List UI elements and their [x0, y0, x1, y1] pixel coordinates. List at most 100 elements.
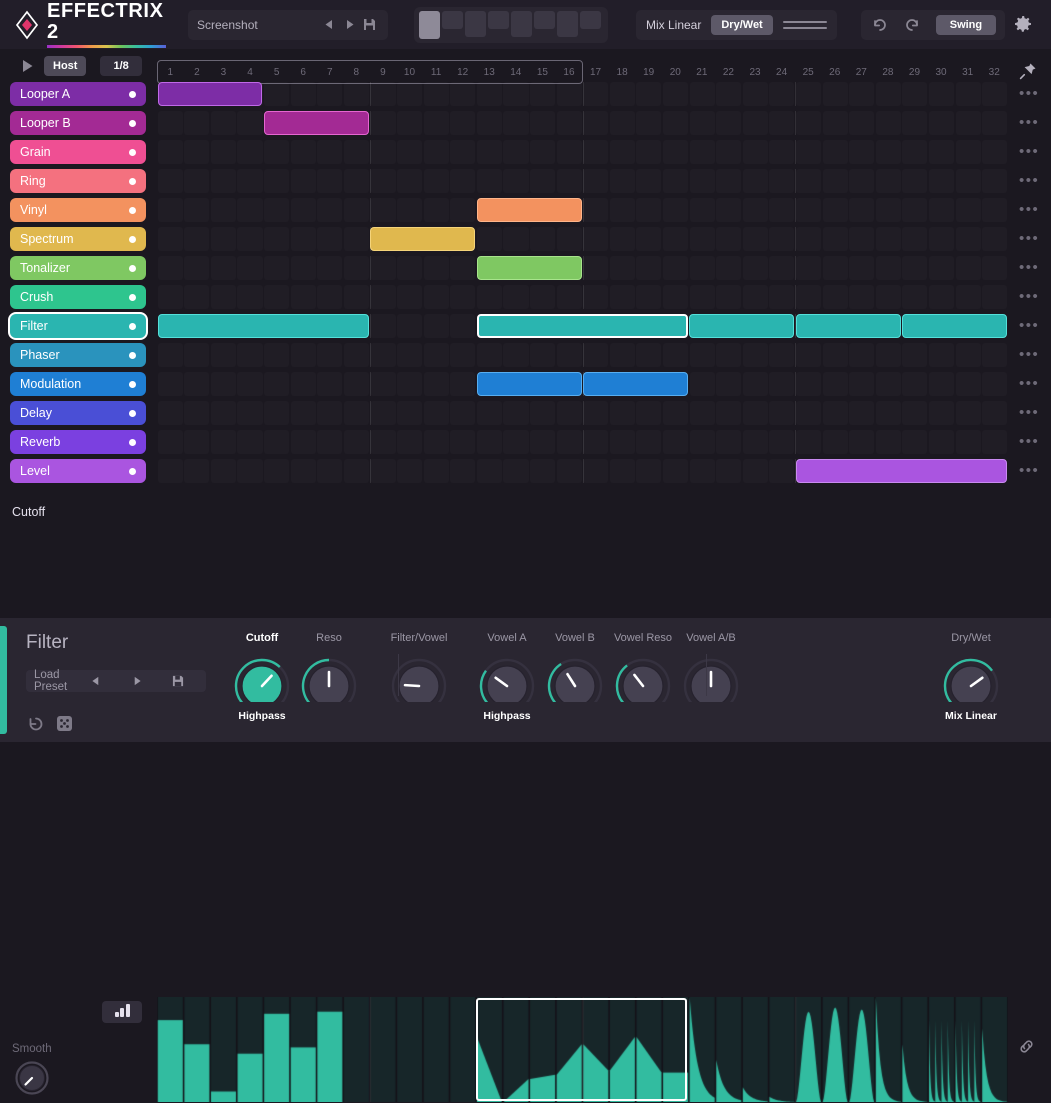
- grid-cell[interactable]: [397, 111, 422, 135]
- grid-cell[interactable]: [291, 256, 316, 280]
- grid-cell[interactable]: [636, 256, 661, 280]
- grid-cell[interactable]: [956, 256, 981, 280]
- grid-cell[interactable]: [636, 169, 661, 193]
- grid-cell[interactable]: [636, 227, 661, 251]
- grid-cell[interactable]: [769, 401, 794, 425]
- sequencer-grid[interactable]: Looper A ••• Looper B ••• Grain ••• Ring ••• Vin…: [0, 82, 1051, 492]
- grid-cell[interactable]: [317, 459, 342, 483]
- track-lane[interactable]: [157, 169, 1008, 193]
- grid-cell[interactable]: [663, 256, 688, 280]
- grid-cell[interactable]: [370, 372, 395, 396]
- grid-cell[interactable]: [264, 140, 289, 164]
- track-menu-button[interactable]: •••: [1019, 375, 1038, 393]
- grid-cell[interactable]: [902, 343, 927, 367]
- grid-cell[interactable]: [477, 343, 502, 367]
- grid-cell[interactable]: [503, 343, 528, 367]
- clip[interactable]: [157, 82, 263, 106]
- grid-cell[interactable]: [158, 227, 183, 251]
- grid-cell[interactable]: [184, 140, 209, 164]
- grid-cell[interactable]: [317, 198, 342, 222]
- grid-cell[interactable]: [769, 285, 794, 309]
- grid-cell[interactable]: [982, 140, 1007, 164]
- grid-cell[interactable]: [716, 227, 741, 251]
- grid-cell[interactable]: [184, 343, 209, 367]
- grid-cell[interactable]: [929, 198, 954, 222]
- track-lane[interactable]: [157, 343, 1008, 367]
- grid-cell[interactable]: [956, 227, 981, 251]
- track-lane[interactable]: [157, 401, 1008, 425]
- grid-cell[interactable]: [184, 459, 209, 483]
- grid-cell[interactable]: [184, 227, 209, 251]
- track-enable-dot[interactable]: [129, 293, 136, 301]
- grid-cell[interactable]: [503, 111, 528, 135]
- grid-cell[interactable]: [636, 459, 661, 483]
- track-enable-dot[interactable]: [129, 119, 136, 127]
- grid-cell[interactable]: [690, 459, 715, 483]
- grid-cell[interactable]: [610, 111, 635, 135]
- grid-cell[interactable]: [264, 372, 289, 396]
- grid-cell[interactable]: [397, 198, 422, 222]
- grid-cell[interactable]: [317, 169, 342, 193]
- grid-cell[interactable]: [211, 227, 236, 251]
- grid-cell[interactable]: [477, 227, 502, 251]
- grid-cell[interactable]: [876, 140, 901, 164]
- grid-cell[interactable]: [956, 169, 981, 193]
- track-menu-button[interactable]: •••: [1019, 317, 1038, 335]
- grid-cell[interactable]: [397, 140, 422, 164]
- load-preset-browser[interactable]: Load Preset: [26, 669, 206, 693]
- preset-slot[interactable]: [534, 10, 555, 29]
- grid-cell[interactable]: [503, 227, 528, 251]
- grid-cell[interactable]: [477, 82, 502, 106]
- grid-cell[interactable]: [424, 256, 449, 280]
- grid-cell[interactable]: [477, 169, 502, 193]
- grid-cell[interactable]: [796, 140, 821, 164]
- grid-cell[interactable]: [929, 256, 954, 280]
- track-enable-dot[interactable]: [129, 467, 136, 475]
- grid-cell[interactable]: [397, 82, 422, 106]
- knob-filter-vowel[interactable]: Filter/Vowel: [385, 632, 453, 714]
- grid-cell[interactable]: [317, 285, 342, 309]
- grid-cell[interactable]: [716, 285, 741, 309]
- undo-redo-group[interactable]: Swing: [860, 9, 1006, 40]
- grid-cell[interactable]: [530, 111, 555, 135]
- track-menu-button[interactable]: •••: [1019, 143, 1038, 161]
- track-lane[interactable]: [157, 111, 1008, 135]
- track-enable-dot[interactable]: [129, 438, 136, 446]
- grid-cell[interactable]: [583, 256, 608, 280]
- grid-cell[interactable]: [690, 343, 715, 367]
- grid-cell[interactable]: [557, 169, 582, 193]
- grid-cell[interactable]: [344, 459, 369, 483]
- next-triangle-icon[interactable]: [339, 15, 359, 35]
- grid-cell[interactable]: [876, 169, 901, 193]
- grid-cell[interactable]: [184, 372, 209, 396]
- grid-cell[interactable]: [530, 430, 555, 454]
- floppy-save-icon[interactable]: [359, 15, 379, 35]
- grid-cell[interactable]: [690, 430, 715, 454]
- grid-cell[interactable]: [716, 343, 741, 367]
- track-lane[interactable]: [157, 372, 1008, 396]
- grid-cell[interactable]: [663, 82, 688, 106]
- preset-slot[interactable]: [557, 10, 578, 37]
- grid-cell[interactable]: [796, 82, 821, 106]
- grid-cell[interactable]: [184, 256, 209, 280]
- grid-cell[interactable]: [849, 82, 874, 106]
- grid-cell[interactable]: [450, 256, 475, 280]
- grid-cell[interactable]: [291, 459, 316, 483]
- grid-cell[interactable]: [291, 372, 316, 396]
- track-enable-dot[interactable]: [129, 177, 136, 185]
- grid-cell[interactable]: [982, 169, 1007, 193]
- grid-cell[interactable]: [849, 430, 874, 454]
- grid-cell[interactable]: [902, 227, 927, 251]
- grid-cell[interactable]: [769, 82, 794, 106]
- grid-cell[interactable]: [769, 140, 794, 164]
- grid-cell[interactable]: [264, 256, 289, 280]
- grid-cell[interactable]: [743, 198, 768, 222]
- knob-dial[interactable]: [385, 644, 453, 714]
- grid-cell[interactable]: [902, 401, 927, 425]
- grid-cell[interactable]: [291, 198, 316, 222]
- grid-cell[interactable]: [796, 343, 821, 367]
- grid-cell[interactable]: [211, 343, 236, 367]
- grid-cell[interactable]: [211, 459, 236, 483]
- grid-cell[interactable]: [317, 256, 342, 280]
- grid-cell[interactable]: [690, 285, 715, 309]
